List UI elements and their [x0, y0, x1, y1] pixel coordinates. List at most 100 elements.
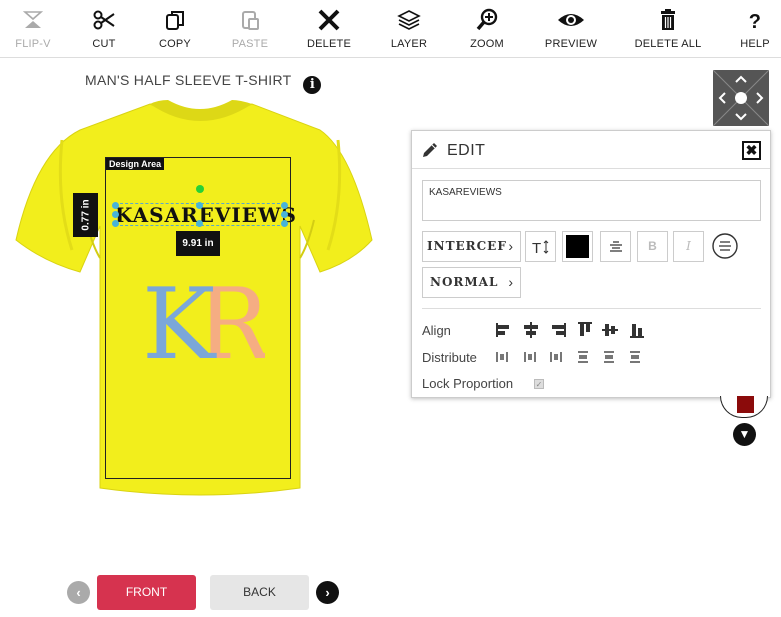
- text-color-swatch: [566, 235, 589, 258]
- edit-panel: EDIT ✖ KASAREVIEWS INTERCEF › T B I NORM…: [411, 130, 771, 398]
- align-center-icon: [609, 241, 622, 252]
- resize-handle-br[interactable]: [281, 220, 288, 227]
- resize-handle-bl[interactable]: [112, 220, 119, 227]
- resize-handle-bm[interactable]: [196, 220, 203, 227]
- x-icon: [318, 9, 340, 31]
- expand-down-button[interactable]: ▼: [733, 423, 756, 446]
- distribute-label: Distribute: [422, 350, 477, 365]
- back-side-button[interactable]: BACK: [210, 575, 309, 610]
- copy-button[interactable]: COPY: [140, 8, 210, 50]
- font-name: INTERCEF: [427, 239, 507, 253]
- align-bottom-icon: [630, 324, 644, 338]
- logo-letter-k: K: [142, 270, 217, 365]
- move-pad[interactable]: [713, 70, 769, 126]
- align-icons: [496, 322, 644, 338]
- kr-logo[interactable]: R K: [140, 270, 265, 365]
- text-content-input[interactable]: KASAREVIEWS: [422, 180, 761, 221]
- close-edit-button[interactable]: ✖: [742, 141, 761, 160]
- width-readout: 9.91 in: [176, 231, 220, 256]
- delete-all-button[interactable]: DELETE ALL: [633, 8, 703, 50]
- paste-label: PASTE: [231, 38, 269, 50]
- height-readout: 0.77 in: [73, 193, 98, 237]
- resize-handle-ml[interactable]: [112, 211, 119, 218]
- delete-all-label: DELETE ALL: [634, 38, 702, 50]
- resize-handle-mr[interactable]: [281, 211, 288, 218]
- chevron-right-icon: ›: [325, 585, 330, 600]
- copy-label: COPY: [159, 38, 191, 50]
- paste-icon: [242, 11, 259, 30]
- align-left-icon: [496, 323, 509, 337]
- question-icon: ?: [749, 11, 761, 32]
- align-label: Align: [422, 323, 451, 338]
- text-size-icon: T: [532, 240, 548, 257]
- flip-vertical-icon: [22, 11, 44, 28]
- previous-side-button[interactable]: ‹: [67, 581, 90, 604]
- zoom-label: ZOOM: [470, 38, 504, 50]
- cut-label: CUT: [92, 38, 116, 50]
- chevron-left-icon: ‹: [76, 585, 81, 600]
- font-selector[interactable]: INTERCEF ›: [422, 231, 521, 262]
- selected-color-swatch: [737, 396, 754, 413]
- scissors-icon: [93, 10, 115, 30]
- help-button[interactable]: ? HELP: [720, 8, 781, 50]
- lock-proportion-checkbox[interactable]: ✓: [534, 379, 544, 389]
- move-right-icon: [756, 92, 764, 104]
- move-up-icon: [735, 75, 747, 83]
- info-icon[interactable]: i: [303, 76, 322, 94]
- zoom-button[interactable]: ZOOM: [452, 8, 522, 50]
- distribute-icons: [496, 351, 640, 363]
- lock-proportion-label: Lock Proportion: [422, 376, 514, 391]
- layer-button[interactable]: LAYER: [374, 8, 444, 50]
- height-readout-text: 0.77 in: [80, 199, 91, 231]
- delete-label: DELETE: [307, 38, 351, 50]
- align-hcenter-icon: [524, 322, 538, 338]
- italic-button[interactable]: I: [673, 231, 704, 262]
- zoom-in-icon: [476, 8, 498, 31]
- next-side-button[interactable]: ›: [316, 581, 339, 604]
- text-size-button[interactable]: T: [525, 231, 556, 262]
- svg-text:?: ?: [749, 11, 761, 32]
- text-effects-button[interactable]: [709, 231, 740, 262]
- align-right-icon: [552, 323, 566, 337]
- cut-button[interactable]: CUT: [69, 8, 139, 50]
- chevron-down-icon: ▼: [738, 427, 751, 441]
- paste-button[interactable]: PASTE: [215, 8, 285, 50]
- trash-icon: [661, 9, 675, 30]
- edit-panel-title: EDIT: [447, 142, 486, 159]
- text-style-selector[interactable]: NORMAL ›: [422, 267, 521, 298]
- move-down-icon: [735, 113, 747, 121]
- resize-handle-tl[interactable]: [112, 202, 119, 209]
- chevron-right-icon: ›: [508, 274, 514, 290]
- layers-icon: [397, 10, 421, 30]
- layer-label: LAYER: [390, 38, 428, 50]
- resize-handle-tr[interactable]: [281, 202, 288, 209]
- chevron-right-icon: ›: [508, 238, 514, 254]
- copy-icon: [166, 11, 184, 30]
- text-color-button[interactable]: [562, 231, 593, 262]
- bold-button[interactable]: B: [637, 231, 668, 262]
- svg-text:T: T: [532, 240, 541, 256]
- edit-panel-header: EDIT ✖: [412, 131, 770, 169]
- rotate-handle[interactable]: [196, 185, 204, 193]
- preview-label: PREVIEW: [544, 38, 598, 50]
- toolbar: FLIP-V CUT COPY PASTE DELETE LAYER ZOOM …: [0, 0, 781, 58]
- align-top-icon: [578, 322, 592, 336]
- product-title: MAN'S HALF SLEEVE T-SHIRT: [85, 72, 292, 88]
- align-vcenter-icon: [602, 324, 618, 336]
- eye-icon: [558, 14, 584, 26]
- front-side-button[interactable]: FRONT: [97, 575, 196, 610]
- flip-v-button[interactable]: FLIP-V: [0, 8, 68, 50]
- move-left-icon: [718, 92, 726, 104]
- pencil-icon: [423, 143, 437, 157]
- help-label: HELP: [740, 38, 770, 50]
- preview-button[interactable]: PREVIEW: [536, 8, 606, 50]
- color-swatch-picker[interactable]: [720, 396, 768, 418]
- flip-v-label: FLIP-V: [15, 38, 51, 50]
- product-title-row: MAN'S HALF SLEEVE T-SHIRT i: [85, 72, 322, 94]
- delete-button[interactable]: DELETE: [294, 8, 364, 50]
- style-name: NORMAL: [430, 275, 499, 289]
- design-area-label: Design Area: [106, 158, 165, 170]
- text-align-button[interactable]: [600, 231, 631, 262]
- resize-handle-tm[interactable]: [196, 202, 203, 209]
- text-effects-icon: [711, 233, 738, 259]
